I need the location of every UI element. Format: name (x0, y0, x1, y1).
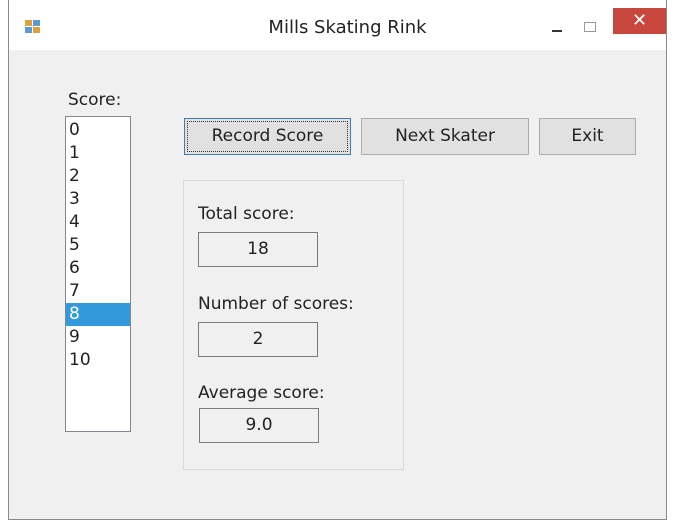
score-list-item[interactable]: 0 (66, 119, 130, 142)
minimize-button[interactable] (542, 16, 572, 38)
score-list-item[interactable]: 5 (66, 234, 130, 257)
exit-button[interactable]: Exit (539, 118, 636, 155)
score-listbox[interactable]: 0 1 2 3 4 5 6 7 8 9 10 (65, 116, 131, 432)
score-list-item[interactable]: 10 (66, 349, 130, 372)
app-window: Mills Skating Rink ✕ Score: 0 1 2 3 4 5 6 7 8 9 10… (8, 0, 667, 520)
total-score-label: Total score: (198, 204, 295, 224)
title-bar: Mills Skating Rink ✕ (9, 0, 666, 50)
record-score-button[interactable]: Record Score (184, 118, 351, 155)
score-list-item[interactable]: 4 (66, 211, 130, 234)
total-score-output: 18 (198, 232, 318, 267)
score-list-item[interactable]: 7 (66, 280, 130, 303)
average-score-label: Average score: (198, 383, 325, 403)
score-list-item[interactable]: 9 (66, 326, 130, 349)
number-of-scores-output: 2 (198, 322, 318, 357)
score-list-item[interactable]: 6 (66, 257, 130, 280)
maximize-button[interactable] (574, 16, 604, 38)
score-list-item[interactable]: 8 (66, 303, 130, 326)
number-of-scores-label: Number of scores: (198, 294, 354, 314)
score-list-item[interactable]: 2 (66, 165, 130, 188)
close-icon: ✕ (631, 10, 648, 31)
next-skater-button[interactable]: Next Skater (361, 118, 529, 155)
score-list-item[interactable]: 3 (66, 188, 130, 211)
close-button[interactable]: ✕ (613, 8, 666, 34)
score-label: Score: (68, 90, 122, 110)
average-score-output: 9.0 (199, 408, 319, 443)
score-list-item[interactable]: 1 (66, 142, 130, 165)
